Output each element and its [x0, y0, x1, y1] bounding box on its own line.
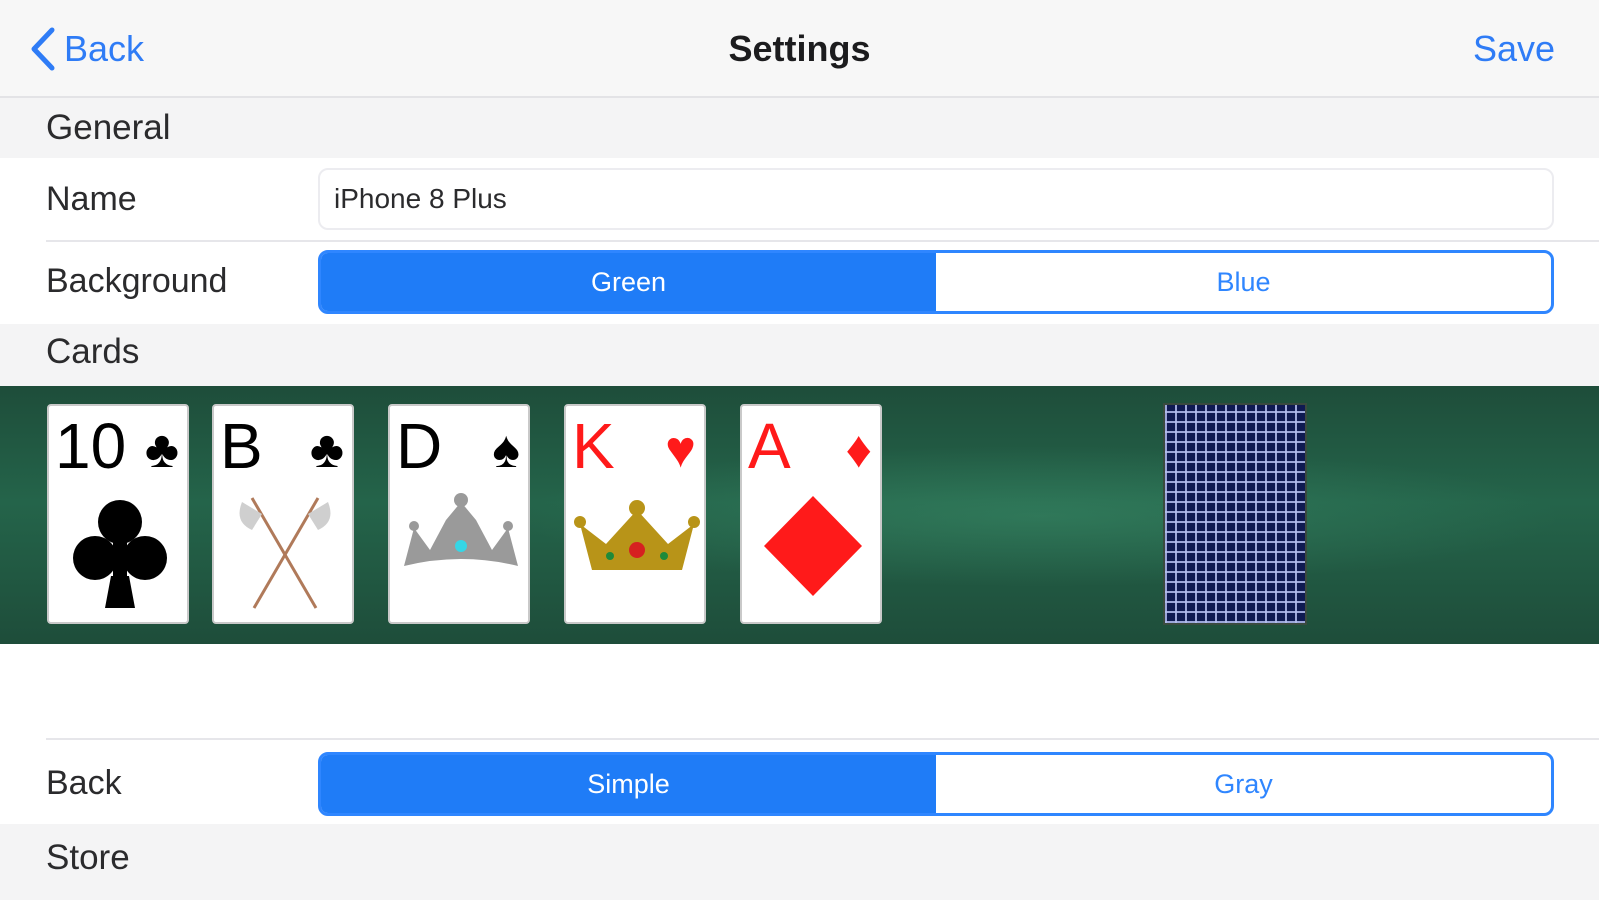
name-field[interactable]: [318, 168, 1554, 230]
name-label: Name: [46, 180, 137, 218]
crossed-axes-icon: [239, 497, 331, 609]
diamond-icon: ♦: [845, 421, 872, 479]
card-10-clubs: 10 ♣: [47, 404, 189, 624]
background-segmented-control[interactable]: Green Blue: [318, 250, 1554, 314]
segment-gray[interactable]: Gray: [936, 755, 1551, 813]
segment-green[interactable]: Green: [321, 253, 936, 311]
card-back-preview: [1163, 403, 1307, 625]
navigation-bar: Back Settings Save: [0, 0, 1599, 98]
card-queen-spades: D ♠: [388, 404, 530, 624]
section-header-cards: Cards: [46, 332, 140, 371]
crown-icon: [574, 500, 700, 570]
club-icon: ♣: [144, 421, 179, 479]
page-title: Settings: [728, 28, 871, 69]
card-jack-clubs: B ♣: [212, 404, 354, 624]
card-back-segmented-control[interactable]: Simple Gray: [318, 752, 1554, 816]
segment-simple[interactable]: Simple: [321, 755, 936, 813]
segment-blue[interactable]: Blue: [936, 253, 1551, 311]
save-button[interactable]: Save: [1473, 28, 1555, 70]
row-separator: [46, 738, 1599, 740]
spade-icon: ♠: [492, 421, 520, 479]
background-label: Background: [46, 262, 228, 300]
card-ace-diamonds: A ♦: [740, 404, 882, 624]
row-separator: [46, 240, 1599, 242]
section-header-general: General: [46, 108, 171, 147]
club-icon: [73, 500, 167, 608]
diamond-icon: [764, 496, 862, 596]
club-icon: ♣: [309, 421, 344, 479]
card-back-label: Back: [46, 764, 122, 802]
section-header-store: Store: [46, 838, 130, 877]
card-rank: B: [220, 410, 263, 482]
card-rank: A: [748, 410, 791, 482]
card-king-hearts: K ♥: [564, 404, 706, 624]
card-rank: D: [396, 410, 443, 482]
tiara-icon: [404, 493, 518, 566]
heart-icon: ♥: [665, 421, 696, 479]
card-rank: 10: [55, 410, 127, 482]
card-rank: K: [572, 410, 615, 482]
